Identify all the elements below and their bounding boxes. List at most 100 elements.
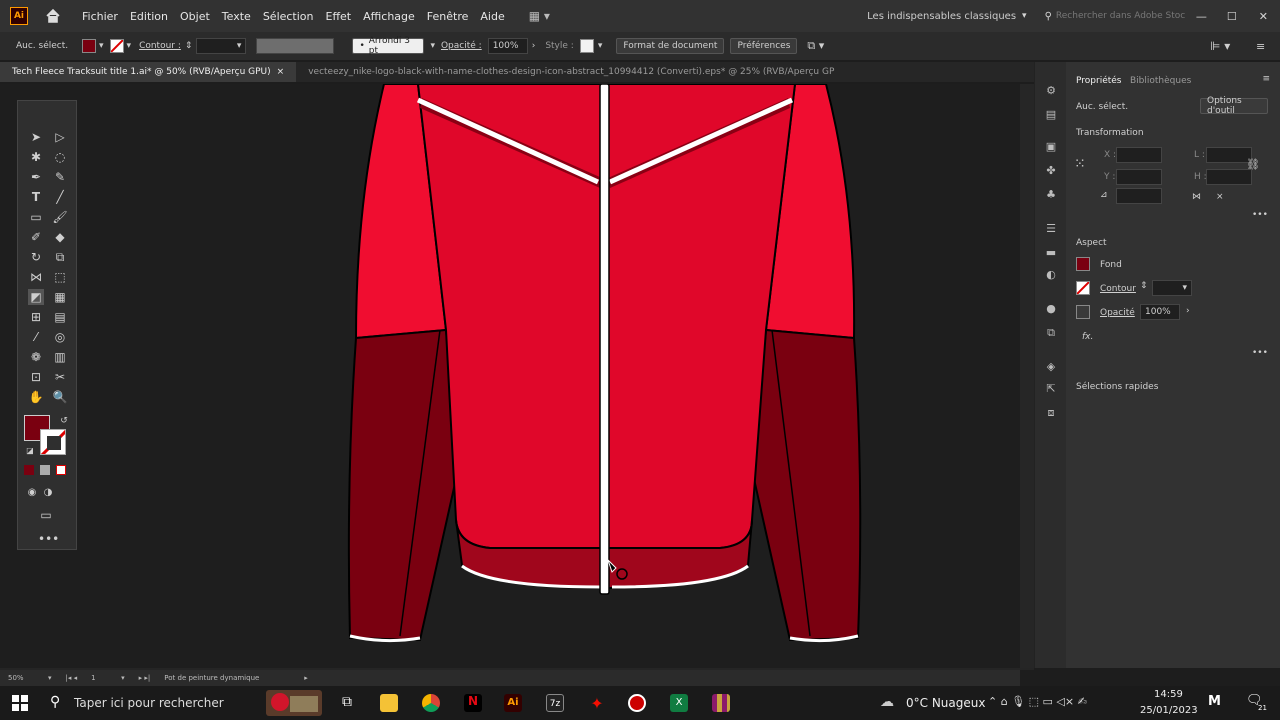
gradient-mode-icon[interactable] xyxy=(40,465,50,475)
close-button[interactable]: ✕ xyxy=(1259,10,1268,23)
direct-selection-tool-icon[interactable]: ▷ xyxy=(52,129,68,145)
mesh-tool-icon[interactable]: ⊞ xyxy=(28,309,44,325)
stroke-color-swatch[interactable] xyxy=(40,429,66,455)
tab-libraries[interactable]: Bibliothèques xyxy=(1130,76,1191,86)
file-explorer-icon[interactable] xyxy=(380,694,398,712)
gradient-tool-icon[interactable]: ▤ xyxy=(52,309,68,325)
jacket-artwork[interactable] xyxy=(0,84,1020,668)
vertical-scrollbar[interactable] xyxy=(1020,84,1034,668)
stroke-swatch[interactable] xyxy=(1076,281,1090,295)
chevron-down-icon[interactable]: ▾ xyxy=(430,41,435,51)
export-icon[interactable]: ⇱ xyxy=(1043,382,1059,396)
magic-wand-tool-icon[interactable]: ✱ xyxy=(28,149,44,165)
default-colors-icon[interactable]: ◪ xyxy=(22,443,38,459)
menu-effet[interactable]: Effet xyxy=(320,10,358,23)
gradient-icon[interactable]: ▬ xyxy=(1043,246,1059,260)
fill-swatch[interactable] xyxy=(1076,257,1090,271)
properties-icon[interactable]: ⚙ xyxy=(1043,84,1059,98)
stroke-weight-stepper[interactable]: ⇕ xyxy=(185,41,193,51)
stroke-stepper[interactable]: ⇕ xyxy=(1140,281,1148,291)
chevron-right-icon[interactable]: › xyxy=(1186,306,1190,316)
zoom-tool-icon[interactable]: 🔍 xyxy=(52,389,68,405)
shaper-tool-icon[interactable]: ✐ xyxy=(28,229,44,245)
chevron-down-icon[interactable]: ▾ xyxy=(598,41,603,51)
windows-start-icon[interactable] xyxy=(12,695,28,711)
fill-swatch[interactable] xyxy=(82,39,96,53)
flip-horizontal-icon[interactable]: ⋈ xyxy=(1192,192,1201,202)
none-mode-icon[interactable] xyxy=(56,465,66,475)
chrome-icon[interactable] xyxy=(422,694,440,712)
swap-colors-icon[interactable]: ↺ xyxy=(56,413,72,429)
live-paint-bucket-tool-icon[interactable]: ◩ xyxy=(28,289,44,305)
clock-time[interactable]: 14:59 xyxy=(1154,689,1183,700)
stroke-swatch[interactable] xyxy=(109,39,124,53)
tab-properties[interactable]: Propriétés xyxy=(1076,76,1121,86)
menu-aide[interactable]: Aide xyxy=(474,10,510,23)
rotate-angle-icon[interactable]: ⊿ xyxy=(1100,190,1108,200)
symbol-sprayer-tool-icon[interactable]: ❁ xyxy=(28,349,44,365)
arrange-icon[interactable]: ⧉ ▾ xyxy=(807,39,824,53)
blend-tool-icon[interactable]: ◎ xyxy=(52,329,68,345)
paintbrush-tool-icon[interactable]: 🖌 xyxy=(52,209,68,225)
y-field[interactable] xyxy=(1116,169,1162,185)
preferences-button[interactable]: Préférences xyxy=(730,38,798,54)
weather-text[interactable]: 0°C Nuageux xyxy=(906,696,985,710)
chevron-down-icon[interactable]: ▾ xyxy=(99,41,104,51)
reference-point-icon[interactable]: ⁙ xyxy=(1074,156,1086,172)
next-artboard-icon[interactable]: ▸ ▸| xyxy=(139,674,151,682)
slice-tool-icon[interactable]: ✂ xyxy=(52,369,68,385)
document-format-button[interactable]: Format de document xyxy=(616,38,725,54)
draw-mode-icon[interactable]: ◉ xyxy=(24,485,40,501)
excel-icon[interactable]: X xyxy=(670,694,688,712)
stroke-weight-field[interactable]: ▾ xyxy=(1152,280,1192,296)
system-tray-icons[interactable]: ⌃ ⌂ 🎙 ⬚ ▭ ◁× ✍ xyxy=(988,695,1087,708)
align-icon[interactable]: ⊫ ▾ xyxy=(1210,39,1230,53)
screen-mode-icon[interactable]: ▭ xyxy=(38,507,54,523)
netflix-icon[interactable]: N xyxy=(464,694,482,712)
angle-field[interactable] xyxy=(1116,188,1162,204)
style-swatch[interactable] xyxy=(579,39,594,53)
taskbar-search-input[interactable]: Taper ici pour rechercher xyxy=(74,696,224,710)
perspective-grid-tool-icon[interactable]: ▦ xyxy=(52,289,68,305)
more-options-icon[interactable]: ••• xyxy=(1252,348,1268,358)
maximize-button[interactable]: ☐ xyxy=(1227,10,1237,23)
appearance-icon[interactable]: ● xyxy=(1043,302,1059,316)
hand-tool-icon[interactable]: ✋ xyxy=(28,389,44,405)
stock-search-input[interactable]: Rechercher dans Adobe Stoc xyxy=(1056,11,1186,21)
libraries-icon[interactable]: ▤ xyxy=(1043,108,1059,122)
scale-tool-icon[interactable]: ⧉ xyxy=(52,249,68,265)
type-tool-icon[interactable]: T xyxy=(28,189,44,205)
symbols-icon[interactable]: ♣ xyxy=(1043,188,1059,202)
zoom-level[interactable]: 50% xyxy=(8,674,48,682)
draw-behind-icon[interactable]: ◑ xyxy=(40,485,56,501)
chevron-down-icon[interactable]: ▾ xyxy=(48,674,52,682)
panel-menu-icon[interactable]: ≡ xyxy=(1262,74,1270,84)
more-tools-icon[interactable]: ••• xyxy=(38,531,59,547)
width-tool-icon[interactable]: ⋈ xyxy=(28,269,44,285)
pen-tool-icon[interactable]: ✒ xyxy=(28,169,44,185)
stroke-weight-field[interactable]: ▾ xyxy=(196,38,247,54)
tool-options-button[interactable]: Options d'outil xyxy=(1200,96,1268,116)
task-view-icon[interactable]: ⧉ xyxy=(338,694,356,712)
app-red-circle-icon[interactable] xyxy=(628,694,646,712)
minimize-button[interactable]: — xyxy=(1196,10,1207,23)
menu-selection[interactable]: Sélection xyxy=(257,10,320,23)
rectangle-tool-icon[interactable]: ▭ xyxy=(28,209,44,225)
curvature-tool-icon[interactable]: ✎ xyxy=(52,169,68,185)
app-7z-icon[interactable]: 7z xyxy=(546,694,564,712)
color-mode-icon[interactable] xyxy=(24,465,34,475)
menu-fichier[interactable]: Fichier xyxy=(76,10,124,23)
artboard-number[interactable]: 1 xyxy=(91,674,121,682)
chevron-right-icon[interactable]: ▸ xyxy=(304,674,308,682)
tab-tech-fleece[interactable]: Tech Fleece Tracksuit title 1.ai* @ 50% … xyxy=(0,62,297,82)
acrobat-icon[interactable]: ✦ xyxy=(588,694,606,713)
transparency-icon[interactable]: ◐ xyxy=(1043,268,1059,282)
variable-width-profile[interactable] xyxy=(256,38,335,54)
color-guide-icon[interactable]: ▣ xyxy=(1043,140,1059,154)
winrar-icon[interactable] xyxy=(712,694,730,712)
first-artboard-icon[interactable]: |◂ ◂ xyxy=(66,674,78,682)
eyedropper-tool-icon[interactable]: ⁄ xyxy=(28,329,44,345)
menu-objet[interactable]: Objet xyxy=(174,10,216,23)
illustrator-icon[interactable]: Ai xyxy=(504,694,522,712)
menu-icon[interactable]: ≡ xyxy=(1256,40,1265,53)
